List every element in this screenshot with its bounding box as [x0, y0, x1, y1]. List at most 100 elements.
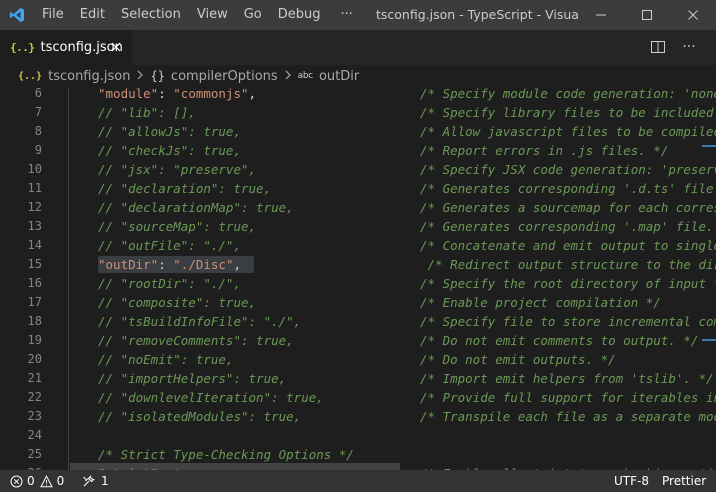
code-comment: /* Transpile each file as a separate mod… — [420, 409, 716, 424]
code-text: /* Strict Type-Checking Options */ — [98, 447, 354, 462]
json-value: "./Disc" — [173, 257, 234, 272]
more-actions-icon[interactable]: ··· — [680, 39, 698, 55]
line-number: 8 — [34, 124, 42, 138]
code-line[interactable]: 15 "outDir": "./Disc", /* Redirect output… — [0, 255, 716, 274]
error-count: 0 — [27, 474, 35, 488]
code-text: // "downlevelIteration": true, — [98, 390, 324, 405]
breadcrumb-property[interactable]: outDir — [319, 69, 359, 84]
line-number: 16 — [27, 276, 42, 290]
json-colon: : — [158, 87, 174, 101]
code-comment: /* Import emit helpers from 'tslib'. */ — [420, 371, 714, 386]
menu-view[interactable]: View — [189, 0, 236, 30]
code-line[interactable]: 19 // "removeComments": true, /* Do not em… — [0, 331, 716, 350]
line-number: 20 — [27, 352, 42, 366]
maximize-button[interactable] — [624, 0, 670, 30]
code-text: // "rootDir": "./", — [98, 276, 241, 291]
line-number: 23 — [27, 409, 42, 423]
close-icon[interactable] — [108, 39, 124, 55]
code-line[interactable]: 17 // "composite": true, /* Enable project… — [0, 293, 716, 312]
line-number: 19 — [27, 333, 42, 347]
close-window-button[interactable] — [670, 0, 716, 30]
menu-edit[interactable]: Edit — [72, 0, 113, 30]
code-comment: /* Generates corresponding '.d.ts' file. — [420, 181, 716, 196]
error-icon — [10, 475, 23, 487]
line-number: 11 — [27, 181, 42, 195]
chevron-right-icon — [284, 70, 292, 83]
code-line[interactable]: 10 // "jsx": "preserve", /* Specify JSX co… — [0, 160, 716, 179]
code-comment: /* Generates a sourcemap for each corres… — [420, 200, 716, 215]
menu-selection[interactable]: Selection — [113, 0, 189, 30]
code-comment: /* Do not emit comments to output. */ — [420, 333, 699, 348]
code-line[interactable]: 23 // "isolatedModules": true, /* Transpil… — [0, 407, 716, 426]
prettier-indicator[interactable]: Prettier — [662, 470, 706, 492]
code-comment: /* Specify library files to be included … — [420, 105, 716, 120]
code-text: // "composite": true, — [98, 295, 257, 310]
code-text: // "isolatedModules": true, — [98, 409, 302, 424]
code-comment: /* Provide full support for iterables in — [420, 390, 716, 405]
object-icon: {} — [150, 69, 165, 83]
code-text: // "tsBuildInfoFile": "./", — [98, 314, 302, 329]
code-line[interactable]: 21 // "importHelpers": true, /* Import emi… — [0, 369, 716, 388]
code-line[interactable]: 14 // "outFile": "./", /* Concatenate and … — [0, 236, 716, 255]
code-line[interactable]: 22 // "downlevelIteration": true, /* Provi… — [0, 388, 716, 407]
line-number: 9 — [34, 143, 42, 157]
breadcrumb-section[interactable]: compilerOptions — [171, 69, 278, 84]
menu-go[interactable]: Go — [236, 0, 270, 30]
code-line[interactable]: 16 // "rootDir": "./", /* Specify the root… — [0, 274, 716, 293]
code-line[interactable]: 6 "module": "commonjs", /* Specify module … — [0, 87, 716, 103]
code-line[interactable]: 25 /* Strict Type-Checking Options */ — [0, 445, 716, 464]
code-line[interactable]: 11 // "declaration": true, /* Generates co… — [0, 179, 716, 198]
code-comment: /* Enable project compilation */ — [420, 295, 661, 310]
json-key: "module" — [98, 87, 159, 101]
breadcrumb: {..} tsconfig.json {} compilerOptions ab… — [0, 65, 716, 87]
menu-debug[interactable]: Debug — [270, 0, 329, 30]
code-comment: /* Specify JSX code generation: 'preserv… — [420, 162, 716, 177]
tools-indicator[interactable]: 1 — [82, 470, 109, 492]
json-colon: : — [158, 257, 174, 272]
code-line[interactable]: 18 // "tsBuildInfoFile": "./", /* Specify … — [0, 312, 716, 331]
code-text: // "declarationMap": true, — [98, 200, 294, 215]
json-comma: , — [233, 257, 242, 272]
code-text: // "jsx": "preserve", — [98, 162, 257, 177]
encoding-indicator[interactable]: UTF-8 — [614, 470, 649, 492]
menu-file[interactable]: File — [34, 0, 72, 30]
line-number: 10 — [27, 162, 42, 176]
code-comment: /* Specify file to store incremental com… — [420, 314, 716, 329]
code-line[interactable]: 8 // "allowJs": true, /* Allow javascript … — [0, 122, 716, 141]
code-line[interactable]: 13 // "sourceMap": true, /* Generates corr… — [0, 217, 716, 236]
minimize-button[interactable] — [578, 0, 624, 30]
code-text: // "checkJs": true, — [98, 143, 241, 158]
warning-count: 0 — [56, 474, 65, 488]
code-comment: /* Specify the root directory of input f… — [420, 276, 716, 291]
code-comment: /* Redirect output structure to the dire — [420, 257, 716, 272]
code-text: // "lib": [], — [98, 105, 196, 120]
code-line[interactable]: 20 // "noEmit": true, /* Do not emit outpu… — [0, 350, 716, 369]
json-value: "commonjs" — [173, 87, 249, 101]
problems-indicator[interactable]: 0 0 — [10, 470, 64, 492]
tab-tsconfig[interactable]: {..} tsconfig.json — [0, 30, 132, 65]
split-editor-icon[interactable] — [650, 39, 666, 55]
line-number: 14 — [27, 238, 42, 252]
code-comment: /* Generates corresponding '.map' file. — [420, 219, 714, 234]
menu-bar: File Edit Selection View Go Debug ··· — [34, 0, 365, 30]
tools-icon — [83, 474, 95, 486]
line-number: 13 — [27, 219, 42, 233]
code-text: // "sourceMap": true, — [98, 219, 257, 234]
json-file-icon: {..} — [10, 41, 35, 54]
code-line[interactable]: 24 — [0, 426, 716, 445]
warning-icon — [39, 474, 53, 487]
code-line[interactable]: 9 // "checkJs": true, /* Report errors in … — [0, 141, 716, 160]
menu-more[interactable]: ··· — [329, 0, 365, 30]
breadcrumb-file[interactable]: tsconfig.json — [48, 69, 130, 84]
title-bar: File Edit Selection View Go Debug ··· tsconfig… — [0, 0, 716, 30]
code-line[interactable]: 7 // "lib": [], /* Specify library files t… — [0, 103, 716, 122]
code-text: // "removeComments": true, — [98, 333, 294, 348]
code-editor[interactable]: 6 "module": "commonjs", /* Specify module … — [0, 87, 716, 474]
line-number: 7 — [34, 105, 42, 119]
json-file-icon: {..} — [18, 70, 43, 82]
chevron-right-icon — [136, 70, 144, 83]
code-text: // "outFile": "./", — [98, 238, 241, 253]
window-title: tsconfig.json - TypeScript - Visual St..… — [376, 7, 580, 22]
code-text: // "importHelpers": true, — [98, 371, 287, 386]
code-line[interactable]: 12 // "declarationMap": true, /* Generates… — [0, 198, 716, 217]
